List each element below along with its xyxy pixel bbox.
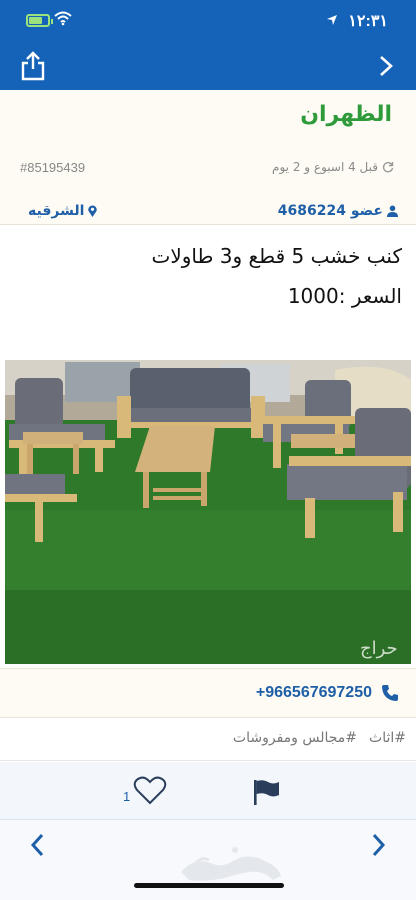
tag-furniture[interactable]: #اثاث (369, 730, 406, 746)
tags-bar: #اثاث #مجالس ومفروشات (0, 719, 416, 761)
phone-number: +966567697250 (255, 684, 372, 701)
location-arrow-icon (327, 15, 337, 25)
chevron-right-icon[interactable] (376, 54, 396, 78)
member-link[interactable]: عضو 4686224 (278, 203, 398, 219)
map-pin-icon (88, 205, 98, 217)
status-time: ١٢:٣١ (348, 13, 388, 30)
chevron-left-icon[interactable] (28, 832, 46, 858)
status-bar: ١٢:٣١ (0, 0, 416, 40)
bottom-nav (0, 820, 416, 900)
refresh-icon (382, 162, 394, 173)
action-bar: 1 (0, 762, 416, 820)
user-icon (387, 205, 398, 217)
furniture-photo: حراج (5, 360, 411, 664)
flag-icon[interactable] (251, 778, 281, 806)
home-indicator (134, 883, 284, 888)
wifi-icon (54, 11, 72, 26)
posted-time: قبل 4 اسبوع و 2 يوم (272, 160, 394, 174)
region-label: الشرقيه (28, 203, 85, 219)
chevron-right-nav-icon[interactable] (370, 832, 388, 858)
listing-price: السعر :1000 (287, 284, 402, 308)
posted-time-label: قبل 4 اسبوع و 2 يوم (272, 160, 378, 174)
listing-photo[interactable]: حراج (5, 360, 411, 664)
phone-link[interactable]: +966567697250 (256, 683, 400, 703)
listing-header: الظهران #85195439 قبل 4 اسبوع و 2 يوم عض… (0, 90, 416, 225)
haraj-logo-icon (181, 847, 281, 881)
region-link[interactable]: الشرقيه (28, 203, 98, 219)
photo-watermark: حراج (360, 638, 398, 659)
member-label: عضو 4686224 (277, 203, 383, 219)
contact-bar: +966567697250 (0, 668, 416, 718)
heart-icon[interactable] (133, 776, 167, 806)
listing-body: كنب خشب 5 قطع و3 طاولات السعر :1000 (0, 226, 416, 356)
like-count: 1 (123, 789, 131, 804)
post-id: #85195439 (20, 160, 86, 175)
tag-living-rooms[interactable]: #مجالس ومفروشات (233, 730, 357, 746)
city-link[interactable]: الظهران (300, 102, 392, 127)
battery-charging-icon (26, 14, 53, 27)
listing-title: كنب خشب 5 قطع و3 طاولات (151, 244, 402, 268)
top-bar: ١٢:٣١ (0, 0, 416, 90)
share-icon[interactable] (18, 50, 48, 82)
phone-icon (382, 685, 398, 701)
